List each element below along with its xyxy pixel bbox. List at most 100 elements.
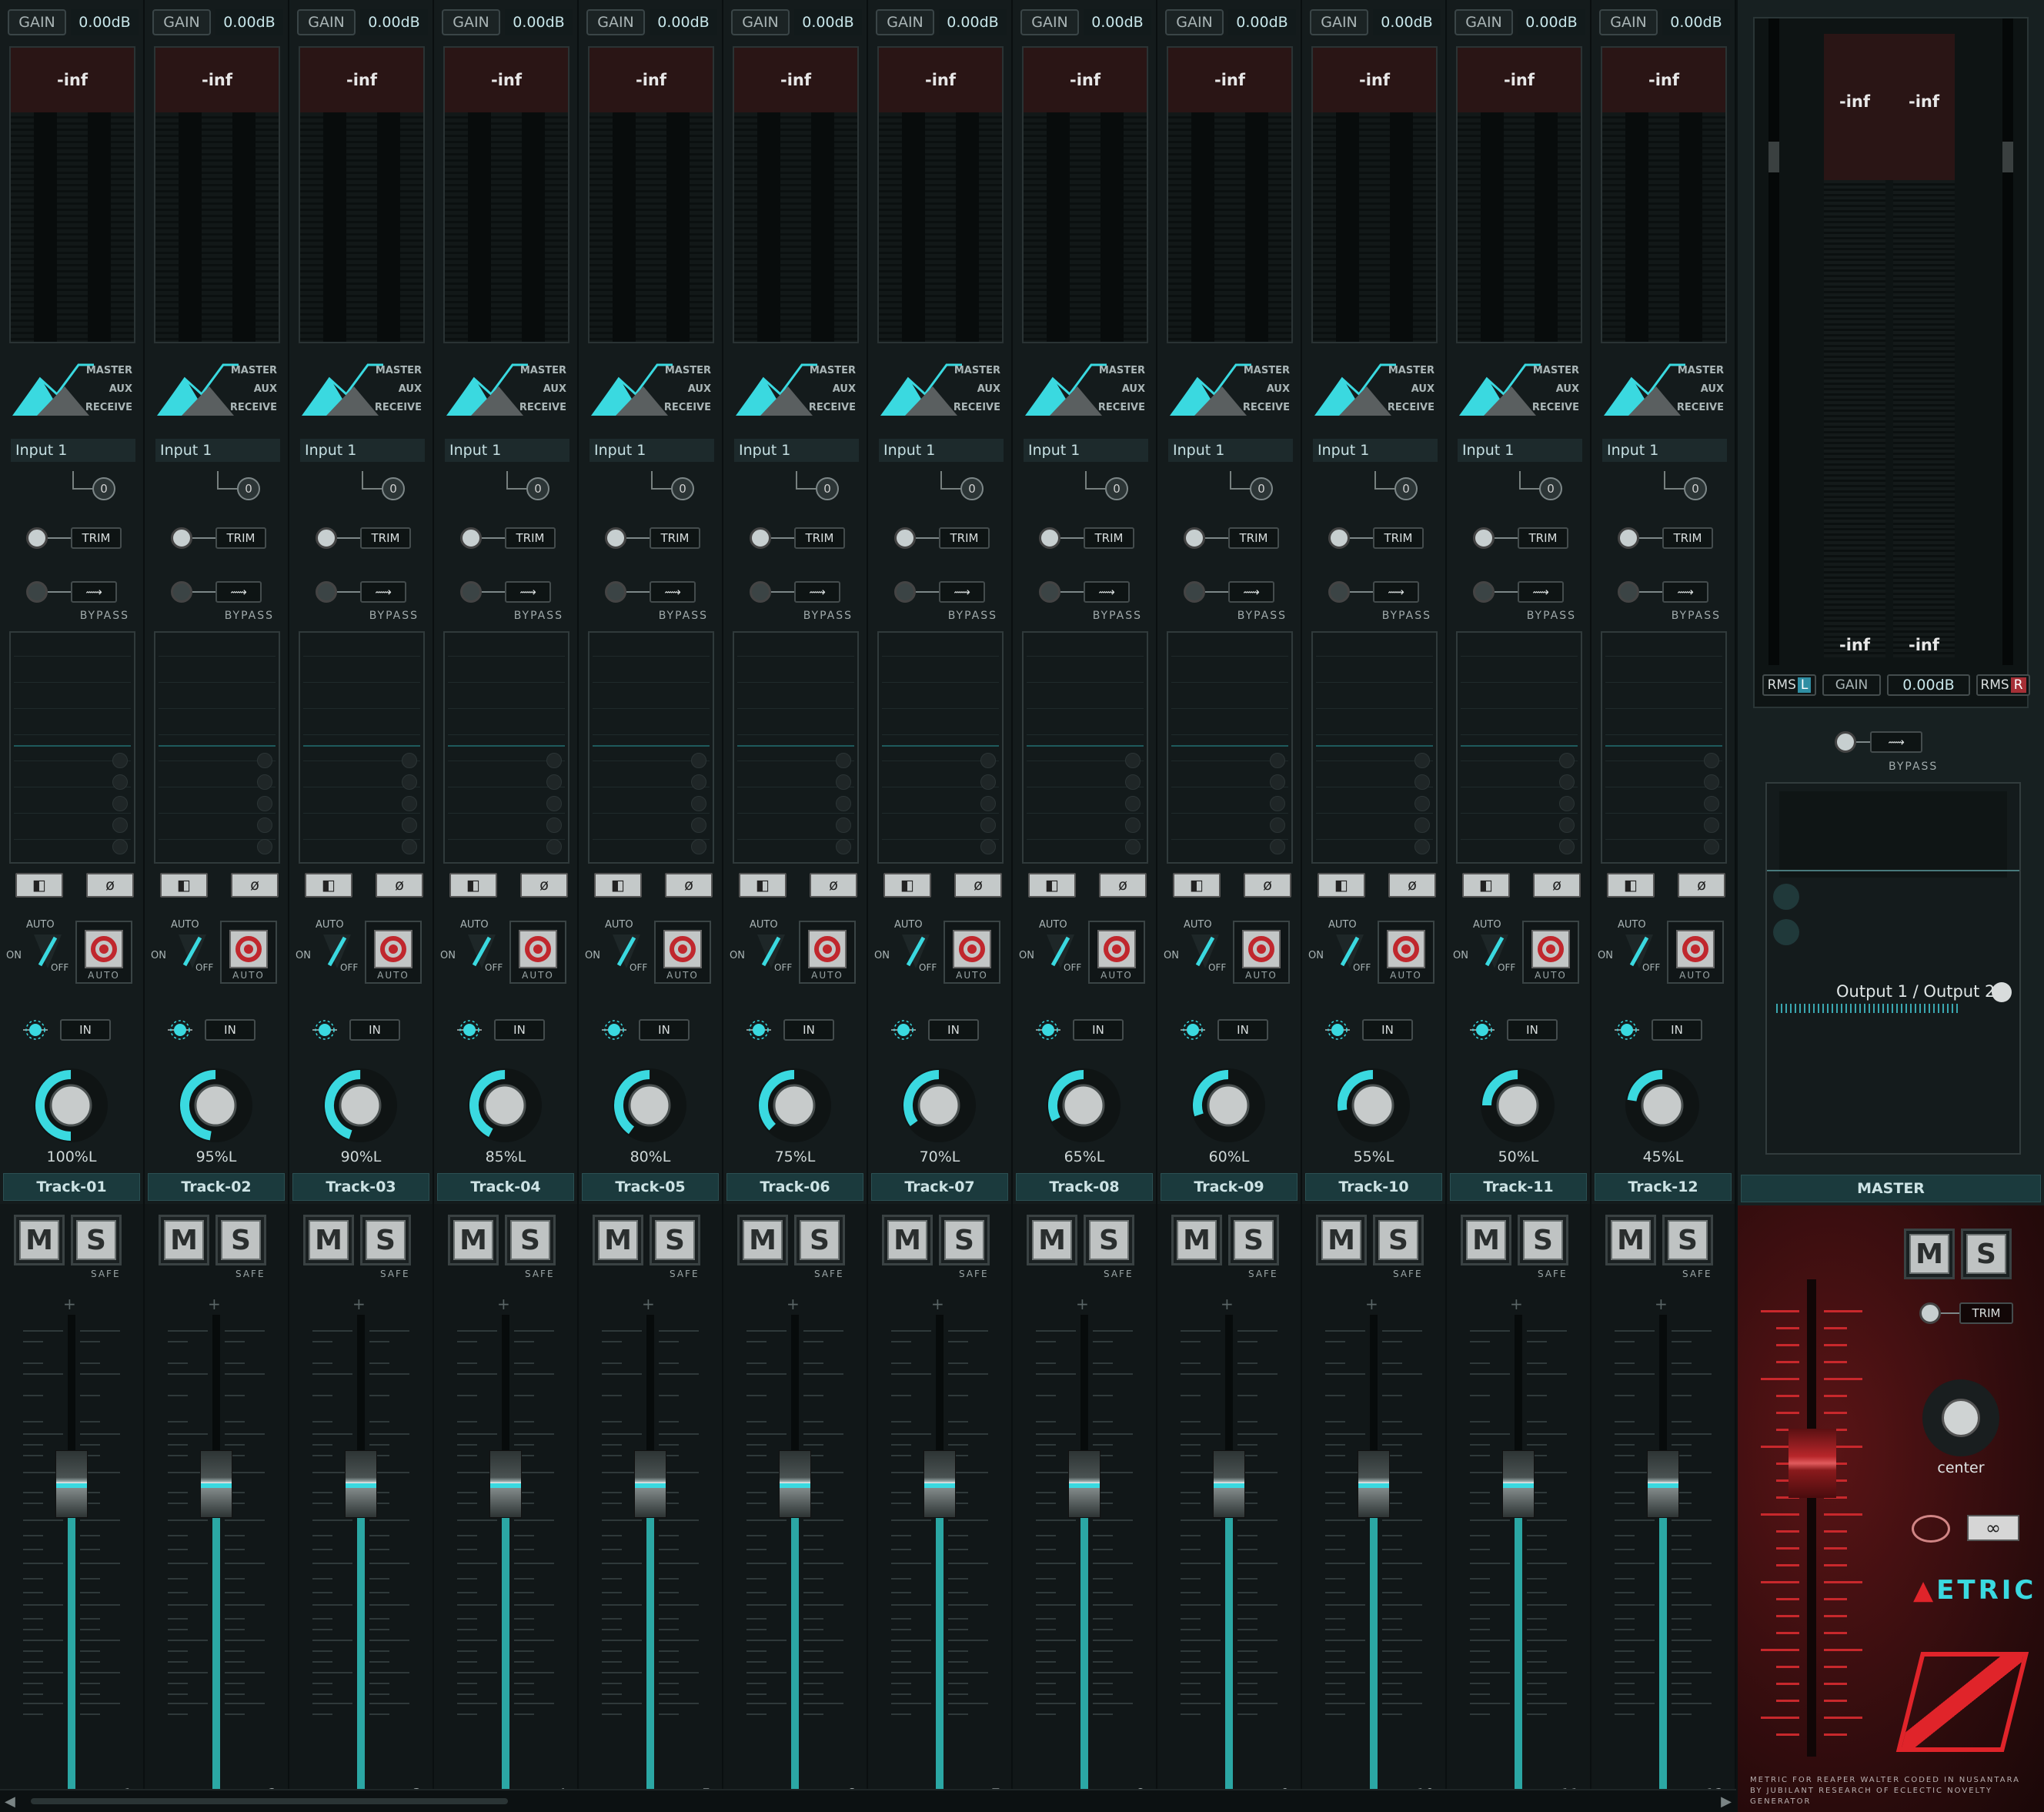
routing-panel[interactable]: MASTER AUX RECEIVE — [299, 356, 425, 422]
monitor-toggle-icon[interactable]: ◧ — [1607, 873, 1655, 898]
input-monitor-icon[interactable] — [166, 1019, 194, 1041]
automation-switch[interactable] — [1625, 934, 1653, 968]
trim-knob[interactable] — [1473, 527, 1495, 549]
pan-knob[interactable] — [610, 1065, 690, 1145]
fx-chain-box[interactable] — [877, 631, 1004, 864]
input-phase-icon[interactable]: 0 — [92, 477, 115, 500]
track-name[interactable]: Track-10 — [1305, 1173, 1442, 1201]
width-knob[interactable] — [1473, 581, 1495, 603]
track-name[interactable]: Track-12 — [1595, 1173, 1732, 1201]
gain-value[interactable]: 0.00dB — [1228, 9, 1296, 35]
width-knob[interactable] — [460, 581, 482, 603]
automation-switch[interactable] — [323, 934, 351, 968]
gain-value[interactable]: 0.00dB — [360, 9, 428, 35]
routing-panel[interactable]: MASTER AUX RECEIVE — [1456, 356, 1582, 422]
gain-value[interactable]: 0.00dB — [650, 9, 717, 35]
input-phase-icon[interactable]: 0 — [671, 477, 694, 500]
input-selector[interactable]: Input 1 — [1313, 439, 1438, 462]
monitor-toggle-icon[interactable]: ◧ — [1028, 873, 1076, 898]
trim-button[interactable]: TRIM — [1228, 527, 1279, 549]
bypass-button[interactable]: ⟿ — [1228, 581, 1274, 603]
monitor-toggle-icon[interactable]: ◧ — [883, 873, 931, 898]
solo-button[interactable]: S — [939, 1215, 990, 1265]
volume-fader[interactable]: + + — [289, 1295, 433, 1812]
input-monitor-icon[interactable] — [890, 1019, 917, 1041]
solo-button[interactable]: S — [1228, 1215, 1279, 1265]
input-selector[interactable]: Input 1 — [155, 439, 280, 462]
trim-button[interactable]: TRIM — [71, 527, 122, 549]
scroll-left-arrow[interactable]: ◀ — [5, 1794, 15, 1810]
record-arm-button[interactable] — [1097, 930, 1136, 968]
input-selector[interactable]: Input 1 — [1024, 439, 1148, 462]
width-knob[interactable] — [1184, 581, 1205, 603]
master-monitor-icon[interactable] — [1912, 1515, 1950, 1543]
gain-value[interactable]: 0.00dB — [1084, 9, 1151, 35]
fx-chain-box[interactable] — [1456, 631, 1582, 864]
input-phase-icon[interactable]: 0 — [237, 477, 260, 500]
pan-knob[interactable] — [1333, 1065, 1413, 1145]
pan-knob[interactable] — [320, 1065, 400, 1145]
phase-invert-icon[interactable]: ø — [1678, 873, 1725, 898]
input-mode-button[interactable]: IN — [349, 1019, 400, 1041]
routing-panel[interactable]: MASTER AUX RECEIVE — [733, 356, 859, 422]
input-selector[interactable]: Input 1 — [300, 439, 425, 462]
mute-button[interactable]: M — [159, 1215, 209, 1265]
bypass-button[interactable]: ⟿ — [1373, 581, 1419, 603]
width-knob[interactable] — [1618, 581, 1639, 603]
trim-knob[interactable] — [750, 527, 771, 549]
gain-value[interactable]: 0.00dB — [939, 9, 1007, 35]
width-knob[interactable] — [1039, 581, 1060, 603]
track-name[interactable]: Track-02 — [148, 1173, 285, 1201]
volume-fader[interactable]: + + — [1302, 1295, 1445, 1812]
input-phase-icon[interactable]: 0 — [1250, 477, 1273, 500]
trim-button[interactable]: TRIM — [215, 527, 266, 549]
routing-panel[interactable]: MASTER AUX RECEIVE — [9, 356, 135, 422]
width-knob[interactable] — [171, 581, 192, 603]
input-monitor-icon[interactable] — [1468, 1019, 1496, 1041]
record-arm-button[interactable] — [1531, 930, 1570, 968]
trim-knob[interactable] — [171, 527, 192, 549]
monitor-toggle-icon[interactable]: ◧ — [305, 873, 352, 898]
solo-button[interactable]: S — [505, 1215, 556, 1265]
scroll-right-arrow[interactable]: ▶ — [1721, 1794, 1732, 1810]
record-arm-button[interactable] — [519, 930, 557, 968]
monitor-toggle-icon[interactable]: ◧ — [1318, 873, 1365, 898]
automation-switch[interactable] — [613, 934, 640, 968]
phase-invert-icon[interactable]: ø — [954, 873, 1002, 898]
phase-invert-icon[interactable]: ø — [231, 873, 279, 898]
phase-invert-icon[interactable]: ø — [1388, 873, 1436, 898]
monitor-toggle-icon[interactable]: ◧ — [1173, 873, 1221, 898]
rms-left-button[interactable]: RMS L — [1762, 674, 1816, 696]
width-knob[interactable] — [316, 581, 337, 603]
input-monitor-icon[interactable] — [456, 1019, 483, 1041]
fader-cap[interactable] — [634, 1450, 666, 1518]
input-monitor-icon[interactable] — [1324, 1019, 1351, 1041]
pan-knob[interactable] — [1044, 1065, 1124, 1145]
monitor-toggle-icon[interactable]: ◧ — [160, 873, 208, 898]
trim-knob[interactable] — [605, 527, 626, 549]
automation-switch[interactable] — [34, 934, 62, 968]
pan-knob[interactable] — [1622, 1065, 1702, 1145]
track-name[interactable]: Track-07 — [871, 1173, 1008, 1201]
phase-invert-icon[interactable]: ø — [376, 873, 423, 898]
phase-invert-icon[interactable]: ø — [1244, 873, 1291, 898]
routing-panel[interactable]: MASTER AUX RECEIVE — [1022, 356, 1148, 422]
volume-fader[interactable]: + + — [868, 1295, 1011, 1812]
record-arm-button[interactable] — [374, 930, 412, 968]
master-pan-knob[interactable] — [1922, 1379, 1999, 1456]
gain-value[interactable]: 0.00dB — [1662, 9, 1730, 35]
pan-knob[interactable] — [175, 1065, 256, 1145]
trim-button[interactable]: TRIM — [1373, 527, 1424, 549]
automation-switch[interactable] — [1047, 934, 1074, 968]
fader-cap[interactable] — [1068, 1450, 1100, 1518]
mute-button[interactable]: M — [882, 1215, 933, 1265]
routing-panel[interactable]: MASTER AUX RECEIVE — [588, 356, 714, 422]
trim-button[interactable]: TRIM — [1084, 527, 1134, 549]
mute-button[interactable]: M — [1171, 1215, 1222, 1265]
mute-button[interactable]: M — [737, 1215, 788, 1265]
trim-knob[interactable] — [1328, 527, 1350, 549]
input-mode-button[interactable]: IN — [1362, 1019, 1413, 1041]
fx-chain-box[interactable] — [154, 631, 280, 864]
track-name[interactable]: Track-01 — [3, 1173, 140, 1201]
trim-knob[interactable] — [460, 527, 482, 549]
